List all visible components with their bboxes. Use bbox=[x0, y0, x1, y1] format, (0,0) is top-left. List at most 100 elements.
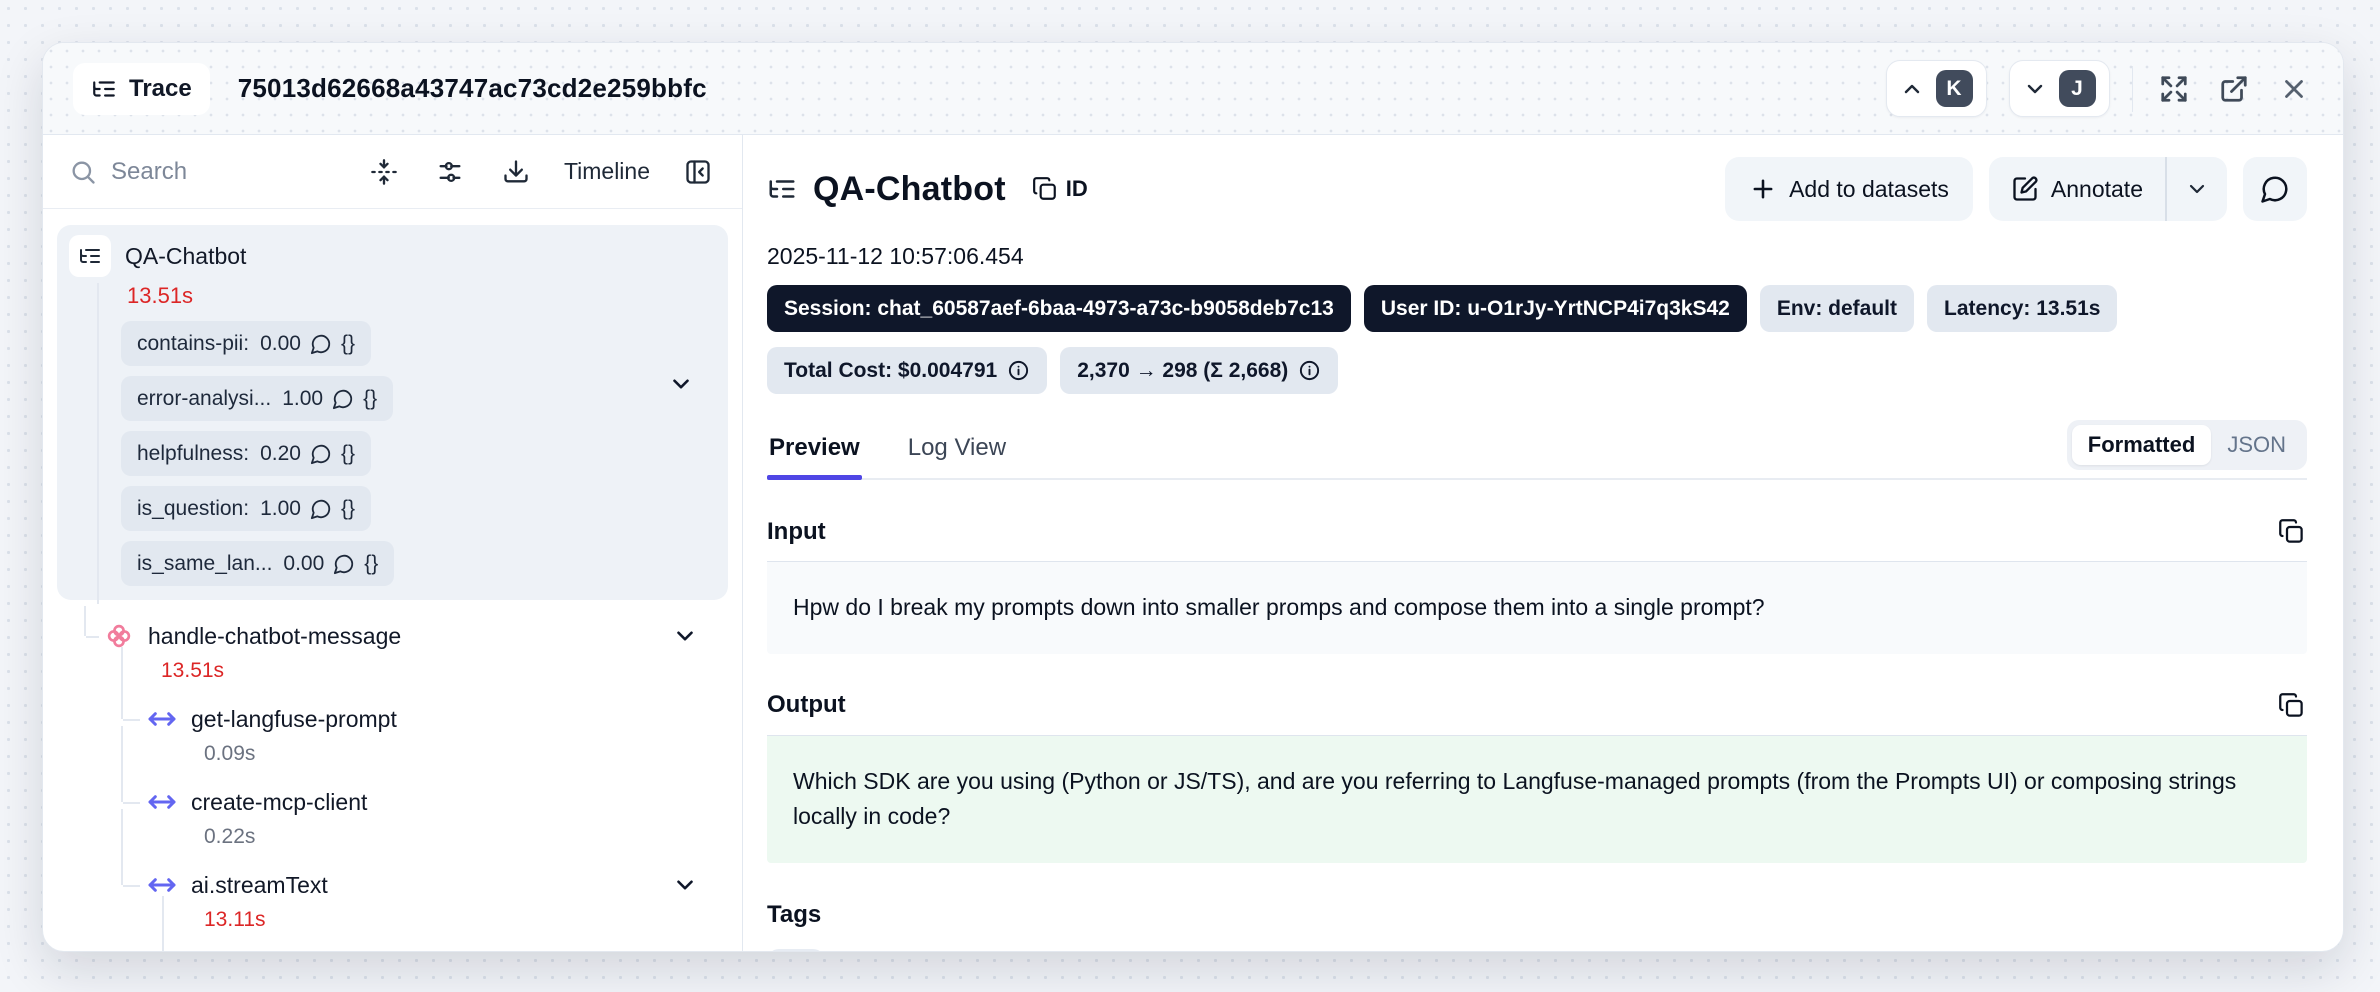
score-metadata-braces: {} bbox=[341, 442, 355, 466]
trace-peek-modal: Trace 75013d62668a43747ac73cd2e259bbfc K… bbox=[42, 42, 2344, 952]
chevron-down-icon bbox=[2023, 77, 2047, 101]
score-metadata-braces: {} bbox=[341, 332, 355, 356]
page-title: QA-Chatbot bbox=[813, 170, 1006, 209]
nav-up-button[interactable]: K bbox=[1886, 60, 1987, 117]
copy-output-button[interactable] bbox=[2276, 690, 2307, 721]
panel-collapse-icon bbox=[684, 158, 712, 186]
download-icon bbox=[502, 158, 530, 186]
download-button[interactable] bbox=[498, 154, 534, 190]
token-usage-badge[interactable]: 2,370 → 298 (Σ 2,668) bbox=[1060, 347, 1338, 394]
score-name: is_question: bbox=[137, 497, 249, 521]
tree-node-handle-chatbot-message[interactable]: handle-chatbot-message bbox=[57, 616, 728, 656]
plus-icon bbox=[1749, 175, 1777, 203]
nav-down-button[interactable]: J bbox=[2009, 60, 2110, 117]
search-icon bbox=[69, 158, 97, 186]
collapse-node-chevron[interactable] bbox=[672, 872, 698, 898]
comments-button[interactable] bbox=[2243, 157, 2307, 221]
open-external-button[interactable] bbox=[2215, 70, 2253, 108]
comment-icon bbox=[310, 498, 332, 520]
annotate-button[interactable]: Annotate bbox=[1989, 157, 2165, 221]
chevron-down-icon bbox=[2185, 177, 2209, 201]
tree-node-ai-streamtext-dostream[interactable]: ai.streamText.doStream bbox=[57, 948, 728, 951]
tree-settings-button[interactable] bbox=[432, 154, 468, 190]
tree-node-label: get-langfuse-prompt bbox=[191, 706, 397, 733]
score-badge-is-question[interactable]: is_question: 1.00 {} bbox=[121, 486, 371, 531]
tree-node-ai-streamtext[interactable]: ai.streamText bbox=[57, 865, 728, 905]
annotate-dropdown-button[interactable] bbox=[2167, 157, 2227, 221]
copy-input-button[interactable] bbox=[2276, 516, 2307, 547]
score-metadata-braces: {} bbox=[363, 387, 377, 411]
score-badge-helpfulness[interactable]: helpfulness: 0.20 {} bbox=[121, 431, 371, 476]
trace-type-badge: Trace bbox=[73, 63, 210, 115]
total-cost-value: Total Cost: $0.004791 bbox=[784, 359, 997, 383]
output-section-title: Output bbox=[767, 691, 846, 719]
expand-icon bbox=[2159, 74, 2189, 104]
tree-node-duration: 0.09s bbox=[57, 742, 728, 766]
annotate-label: Annotate bbox=[2051, 176, 2143, 203]
list-tree-icon bbox=[91, 76, 117, 102]
tree-node-duration: 13.11s bbox=[57, 908, 728, 932]
tree-node-label: QA-Chatbot bbox=[125, 243, 246, 270]
search-input[interactable]: Search bbox=[69, 158, 336, 186]
format-json-option[interactable]: JSON bbox=[2211, 425, 2302, 465]
session-badge[interactable]: Session: chat_60587aef-6baa-4973-a73c-b9… bbox=[767, 285, 1351, 332]
add-to-datasets-button[interactable]: Add to datasets bbox=[1725, 157, 1973, 221]
collapse-sidebar-button[interactable] bbox=[680, 154, 716, 190]
annotate-split-button: Annotate bbox=[1989, 157, 2227, 221]
trace-tree: QA-Chatbot 13.51s contains-pii: 0.00 {} … bbox=[43, 209, 742, 951]
keyboard-shortcut-j: J bbox=[2059, 70, 2096, 107]
input-content: Hpw do I break my prompts down into smal… bbox=[767, 561, 2307, 654]
expand-button[interactable] bbox=[2155, 70, 2193, 108]
trace-detail-panel: QA-Chatbot ID Add to datasets bbox=[743, 135, 2343, 951]
trace-badge-label: Trace bbox=[129, 75, 192, 103]
latency-badge: Latency: 13.51s bbox=[1927, 285, 2117, 332]
tree-node-label: ai.streamText bbox=[191, 872, 328, 899]
modal-header: Trace 75013d62668a43747ac73cd2e259bbfc K… bbox=[43, 43, 2343, 135]
tree-node-label: handle-chatbot-message bbox=[148, 623, 401, 650]
tree-node-duration: 13.51s bbox=[57, 659, 728, 683]
copy-trace-id-button[interactable]: ID bbox=[1032, 176, 1088, 202]
span-icon bbox=[146, 786, 178, 818]
score-badge-contains-pii[interactable]: contains-pii: 0.00 {} bbox=[121, 321, 371, 366]
score-value: 1.00 bbox=[282, 387, 323, 411]
trace-timestamp: 2025-11-12 10:57:06.454 bbox=[767, 243, 2307, 270]
score-name: contains-pii: bbox=[137, 332, 249, 356]
score-name: helpfulness: bbox=[137, 442, 249, 466]
tab-preview[interactable]: Preview bbox=[767, 434, 862, 478]
trace-id: 75013d62668a43747ac73cd2e259bbfc bbox=[238, 73, 707, 104]
close-icon bbox=[2279, 74, 2309, 104]
total-cost-badge[interactable]: Total Cost: $0.004791 bbox=[767, 347, 1047, 394]
comment-icon bbox=[332, 388, 354, 410]
tree-node-get-langfuse-prompt[interactable]: get-langfuse-prompt bbox=[57, 699, 728, 739]
copy-icon bbox=[2278, 518, 2305, 545]
info-icon bbox=[1007, 359, 1030, 382]
list-tree-icon bbox=[69, 235, 111, 277]
keyboard-shortcut-k: K bbox=[1936, 70, 1973, 107]
format-formatted-option[interactable]: Formatted bbox=[2072, 425, 2212, 465]
user-id-badge[interactable]: User ID: u-O1rJy-YrtNCP4i7q3kS42 bbox=[1364, 285, 1747, 332]
collapse-all-button[interactable] bbox=[366, 154, 402, 190]
collapse-node-chevron[interactable] bbox=[668, 371, 694, 397]
add-tag-button[interactable] bbox=[767, 949, 825, 951]
copy-icon bbox=[1032, 176, 1058, 202]
tree-node-create-mcp-client[interactable]: create-mcp-client bbox=[57, 782, 728, 822]
tags-section-title: Tags bbox=[767, 901, 821, 929]
trace-tree-sidebar: Search Timeline bbox=[43, 135, 743, 951]
score-name: is_same_lan... bbox=[137, 552, 272, 576]
comment-icon bbox=[310, 443, 332, 465]
score-badge-error-analysis[interactable]: error-analysi... 1.00 {} bbox=[121, 376, 393, 421]
view-tabs: Preview Log View Formatted JSON bbox=[767, 420, 2307, 480]
preview-content: Input Hpw do I break my prompts down int… bbox=[767, 480, 2307, 951]
tab-log-view[interactable]: Log View bbox=[906, 434, 1008, 478]
output-content: Which SDK are you using (Python or JS/TS… bbox=[767, 735, 2307, 863]
chevron-up-icon bbox=[1900, 77, 1924, 101]
tree-node-trace-root[interactable]: QA-Chatbot 13.51s contains-pii: 0.00 {} … bbox=[57, 225, 728, 600]
token-usage-value: 2,370 → 298 (Σ 2,668) bbox=[1077, 359, 1288, 383]
collapse-node-chevron[interactable] bbox=[672, 623, 698, 649]
timeline-toggle[interactable]: Timeline bbox=[564, 158, 650, 185]
score-badge-is-same-language[interactable]: is_same_lan... 0.00 {} bbox=[121, 541, 394, 586]
score-metadata-braces: {} bbox=[364, 552, 378, 576]
close-button[interactable] bbox=[2275, 70, 2313, 108]
input-section-title: Input bbox=[767, 518, 826, 546]
sidebar-toolbar: Search Timeline bbox=[43, 135, 742, 209]
